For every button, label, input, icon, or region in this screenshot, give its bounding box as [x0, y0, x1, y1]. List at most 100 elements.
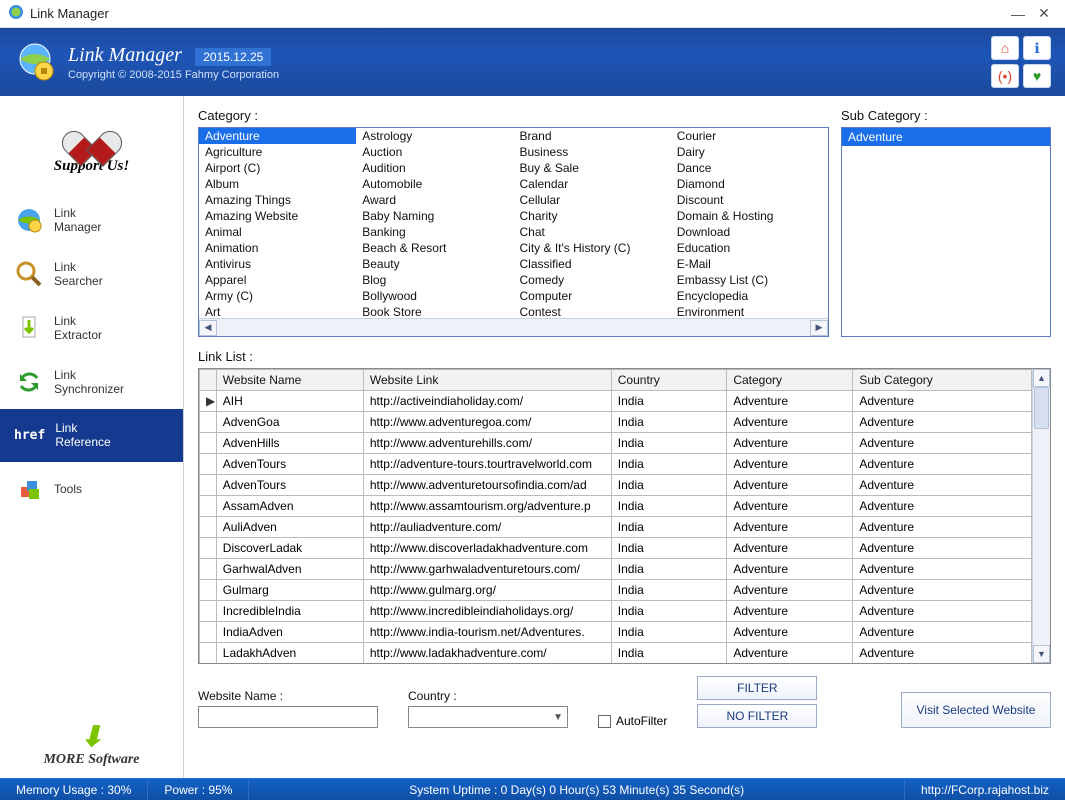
more-software[interactable]: ⬇ MORE Software — [0, 710, 183, 778]
autofilter-checkbox[interactable]: AutoFilter — [598, 714, 667, 728]
category-item[interactable]: Baby Naming — [356, 208, 513, 224]
category-item[interactable]: Auction — [356, 144, 513, 160]
table-row[interactable]: AdvenGoahttp://www.adventuregoa.com/Indi… — [200, 412, 1032, 433]
table-row[interactable]: IncredibleIndiahttp://www.incredibleindi… — [200, 601, 1032, 622]
column-header[interactable]: Website Name — [216, 370, 363, 391]
category-item[interactable]: Agriculture — [199, 144, 356, 160]
table-row[interactable]: AuliAdvenhttp://auliadventure.com/IndiaA… — [200, 517, 1032, 538]
category-item[interactable]: Discount — [671, 192, 828, 208]
category-item[interactable]: Download — [671, 224, 828, 240]
category-item[interactable]: Dance — [671, 160, 828, 176]
category-item[interactable]: Buy & Sale — [514, 160, 671, 176]
category-item[interactable]: Amazing Website — [199, 208, 356, 224]
table-row[interactable]: AdvenHillshttp://www.adventurehills.com/… — [200, 433, 1032, 454]
column-header[interactable]: Country — [611, 370, 727, 391]
table-row[interactable]: AdvenTourshttp://www.adventuretoursofind… — [200, 475, 1032, 496]
category-scrollbar[interactable]: ◀ ▶ — [199, 318, 828, 336]
table-row[interactable]: IndiaAdvenhttp://www.india-tourism.net/A… — [200, 622, 1032, 643]
category-item[interactable]: Calendar — [514, 176, 671, 192]
category-item[interactable]: Beauty — [356, 256, 513, 272]
category-item[interactable]: Education — [671, 240, 828, 256]
category-listbox[interactable]: AdventureAgricultureAirport (C)AlbumAmaz… — [198, 127, 829, 337]
cell-country: India — [611, 391, 727, 412]
category-item[interactable]: Blog — [356, 272, 513, 288]
column-header[interactable]: Website Link — [363, 370, 611, 391]
scroll-left-button[interactable]: ◀ — [199, 320, 217, 336]
category-item[interactable]: Album — [199, 176, 356, 192]
subcategory-listbox[interactable]: Adventure — [841, 127, 1051, 337]
grid-scrollbar[interactable]: ▲ ▼ — [1032, 369, 1050, 663]
sidebar-item-link-reference[interactable]: hrefLink Reference — [0, 409, 183, 462]
website-name-input[interactable] — [198, 706, 378, 728]
category-item[interactable]: Banking — [356, 224, 513, 240]
home-button[interactable]: ⌂ — [991, 36, 1019, 60]
table-row[interactable]: ▶AIHhttp://activeindiaholiday.com/IndiaA… — [200, 391, 1032, 412]
sidebar-item-link-searcher[interactable]: Link Searcher — [0, 247, 183, 301]
table-row[interactable]: AssamAdvenhttp://www.assamtourism.org/ad… — [200, 496, 1032, 517]
subcategory-item[interactable]: Adventure — [842, 128, 1050, 146]
category-item[interactable]: Domain & Hosting — [671, 208, 828, 224]
category-item[interactable]: Dairy — [671, 144, 828, 160]
category-item[interactable]: Adventure — [199, 128, 356, 144]
category-item[interactable]: Encyclopedia — [671, 288, 828, 304]
category-item[interactable]: Brand — [514, 128, 671, 144]
category-item[interactable]: Courier — [671, 128, 828, 144]
checkbox-box[interactable] — [598, 715, 611, 728]
broadcast-button[interactable]: (•) — [991, 64, 1019, 88]
table-row[interactable]: Gulmarghttp://www.gulmarg.org/IndiaAdven… — [200, 580, 1032, 601]
category-item[interactable]: Astrology — [356, 128, 513, 144]
column-header[interactable]: Sub Category — [853, 370, 1032, 391]
category-item[interactable]: Book Store — [356, 304, 513, 318]
category-item[interactable]: Embassy List (C) — [671, 272, 828, 288]
category-item[interactable]: Comedy — [514, 272, 671, 288]
close-button[interactable]: ✕ — [1031, 5, 1057, 22]
category-item[interactable]: Airport (C) — [199, 160, 356, 176]
category-item[interactable]: Beach & Resort — [356, 240, 513, 256]
category-item[interactable]: Animal — [199, 224, 356, 240]
category-item[interactable]: Chat — [514, 224, 671, 240]
category-item[interactable]: Amazing Things — [199, 192, 356, 208]
category-item[interactable]: E-Mail — [671, 256, 828, 272]
nofilter-button[interactable]: NO FILTER — [697, 704, 817, 728]
category-item[interactable]: Cellular — [514, 192, 671, 208]
category-item[interactable]: Apparel — [199, 272, 356, 288]
country-select[interactable]: ▼ — [408, 706, 568, 728]
category-item[interactable]: Army (C) — [199, 288, 356, 304]
shield-button[interactable]: ♥ — [1023, 64, 1051, 88]
category-item[interactable]: Computer — [514, 288, 671, 304]
filter-button[interactable]: FILTER — [697, 676, 817, 700]
scroll-thumb[interactable] — [1034, 387, 1049, 429]
category-item[interactable]: Art — [199, 304, 356, 318]
category-item[interactable]: Charity — [514, 208, 671, 224]
category-item[interactable]: Antivirus — [199, 256, 356, 272]
category-item[interactable]: Award — [356, 192, 513, 208]
category-item[interactable]: City & It's History (C) — [514, 240, 671, 256]
category-item[interactable]: Business — [514, 144, 671, 160]
sidebar-item-link-extractor[interactable]: Link Extractor — [0, 301, 183, 355]
category-item[interactable]: Animation — [199, 240, 356, 256]
sidebar-item-link-manager[interactable]: Link Manager — [0, 193, 183, 247]
scroll-right-button[interactable]: ▶ — [810, 320, 828, 336]
sidebar-item-tools[interactable]: Tools — [0, 462, 183, 516]
table-row[interactable]: GarhwalAdvenhttp://www.garhwaladventuret… — [200, 559, 1032, 580]
category-item[interactable]: Audition — [356, 160, 513, 176]
table-row[interactable]: LadakhAdvenhttp://www.ladakhadventure.co… — [200, 643, 1032, 664]
category-item[interactable]: Automobile — [356, 176, 513, 192]
table-row[interactable]: AdvenTourshttp://adventure-tours.tourtra… — [200, 454, 1032, 475]
category-item[interactable]: Contest — [514, 304, 671, 318]
statusbar: Memory Usage : 30% Power : 95% System Up… — [0, 778, 1065, 800]
table-row[interactable]: DiscoverLadakhttp://www.discoverladakhad… — [200, 538, 1032, 559]
scroll-down-button[interactable]: ▼ — [1033, 645, 1050, 663]
linklist-grid[interactable]: Website NameWebsite LinkCountryCategoryS… — [198, 368, 1051, 664]
scroll-up-button[interactable]: ▲ — [1033, 369, 1050, 387]
info-button[interactable]: ℹ — [1023, 36, 1051, 60]
sidebar-item-link-synchronizer[interactable]: Link Synchronizer — [0, 355, 183, 409]
support-us[interactable]: Support Us! — [0, 106, 183, 193]
visit-website-button[interactable]: Visit Selected Website — [901, 692, 1051, 728]
category-item[interactable]: Environment — [671, 304, 828, 318]
category-item[interactable]: Diamond — [671, 176, 828, 192]
column-header[interactable]: Category — [727, 370, 853, 391]
category-item[interactable]: Bollywood — [356, 288, 513, 304]
category-item[interactable]: Classified — [514, 256, 671, 272]
minimize-button[interactable]: — — [1005, 6, 1031, 22]
